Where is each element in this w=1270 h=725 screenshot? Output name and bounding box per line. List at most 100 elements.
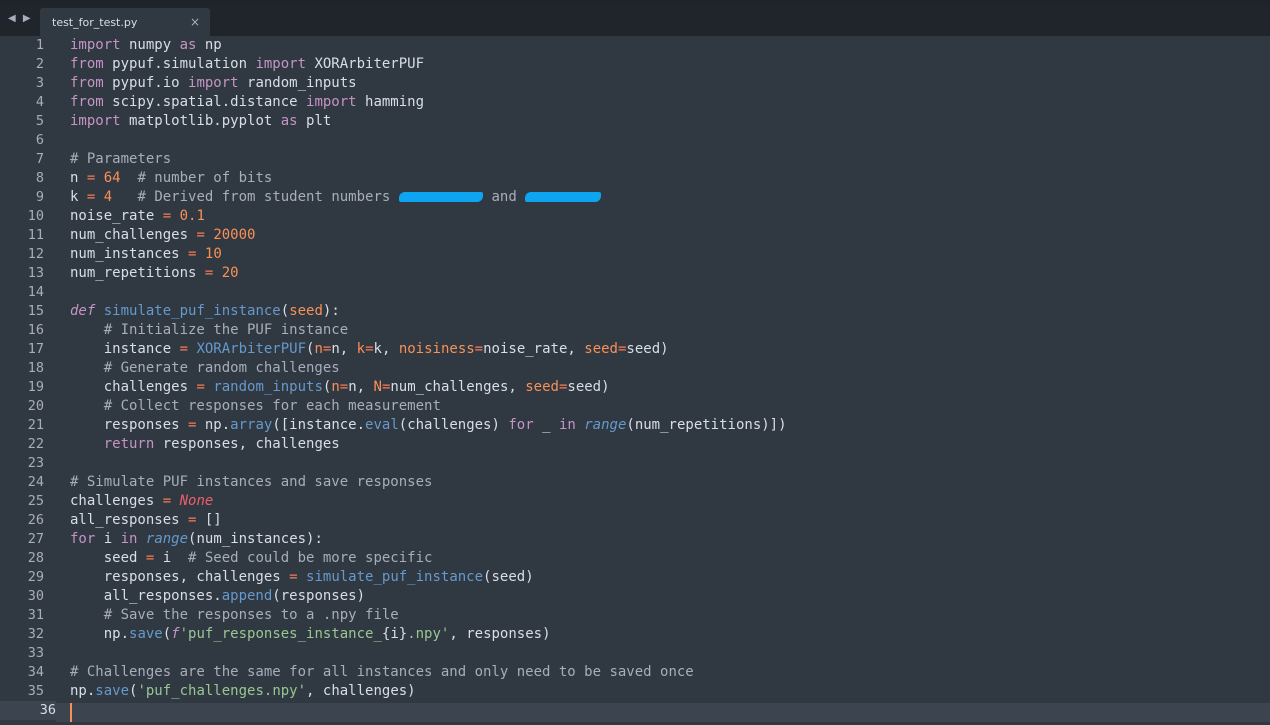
code-token: = [196, 227, 205, 243]
line-number: 15 [0, 302, 44, 321]
code-line[interactable] [70, 131, 1260, 150]
code-line[interactable]: return responses, challenges [70, 435, 1260, 454]
code-line[interactable]: # Parameters [70, 150, 1260, 169]
code-token: in [120, 531, 138, 547]
line-number-text: 33 [27, 645, 44, 661]
code-line[interactable]: # Challenges are the same for all instan… [70, 663, 1260, 682]
code-token: ( [162, 626, 172, 642]
line-number: 31 [0, 606, 44, 625]
code-line[interactable]: noise_rate = 0.1 [70, 207, 1260, 226]
line-number: 17 [0, 340, 44, 359]
code-line[interactable]: n = 64 # number of bits [70, 169, 1260, 188]
code-line[interactable]: for i in range(num_instances): [70, 530, 1260, 549]
code-token: # Challenges are the same for all instan… [70, 664, 694, 680]
code-line[interactable]: # Save the responses to a .npy file [70, 606, 1260, 625]
code-token: k [356, 341, 366, 357]
code-token: simulate_puf_instance [103, 303, 281, 319]
code-line[interactable] [70, 701, 1260, 720]
line-number-text: 16 [27, 322, 44, 338]
code-line[interactable]: def simulate_puf_instance(seed): [70, 302, 1260, 321]
code-token: eval [365, 417, 399, 433]
code-line[interactable]: import numpy as np [70, 36, 1260, 55]
code-token: hamming [356, 94, 425, 110]
code-token: i [95, 531, 121, 547]
code-token: as [280, 113, 298, 129]
code-token: import [70, 37, 121, 53]
code-token: num_repetitions [70, 265, 205, 281]
code-line[interactable]: np.save(f'puf_responses_instance_{i}.npy… [70, 625, 1260, 644]
tab-nav-arrows-icon[interactable]: ◀ ▶ [8, 13, 33, 24]
line-number-text: 18 [27, 360, 44, 376]
line-number: 21 [0, 416, 44, 435]
line-number: 22 [0, 435, 44, 454]
code-line[interactable]: instance = XORArbiterPUF(n=n, k=k, noisi… [70, 340, 1260, 359]
code-line[interactable]: challenges = random_inputs(n=n, N=num_ch… [70, 378, 1260, 397]
code-line[interactable]: num_instances = 10 [70, 245, 1260, 264]
code-token: N [373, 379, 382, 395]
line-number-text: 34 [27, 664, 44, 680]
code-token: and [483, 189, 526, 205]
code-line[interactable]: from pypuf.simulation import XORArbiterP… [70, 55, 1260, 74]
code-line[interactable]: num_repetitions = 20 [70, 264, 1260, 283]
code-area[interactable]: import numpy as np from pypuf.simulation … [70, 36, 1260, 725]
line-number: 32 [0, 625, 44, 644]
code-token: = [179, 341, 189, 357]
code-token: seed [525, 379, 559, 395]
code-token: n [314, 341, 323, 357]
line-number-text: 22 [27, 436, 44, 452]
code-line[interactable]: seed = i # Seed could be more specific [70, 549, 1260, 568]
code-line[interactable]: from pypuf.io import random_inputs [70, 74, 1260, 93]
code-editor[interactable]: 1 2 3 4 5 6 7 8 9 10 11 12 13 14 15 16 17 18 19 20 21 22 23 24 2… [0, 36, 1270, 725]
line-number-text: 17 [27, 341, 44, 357]
line-number-text: 26 [27, 512, 44, 528]
code-token: matplotlib.pyplot [120, 113, 281, 129]
code-token: # Derived from student numbers [137, 189, 399, 205]
code-line[interactable]: # Simulate PUF instances and save respon… [70, 473, 1260, 492]
code-line[interactable]: np.save('puf_challenges.npy', challenges… [70, 682, 1260, 701]
code-token: .npy' [407, 626, 450, 642]
code-token: # Save the responses to a .npy file [103, 607, 399, 623]
line-number-text: 3 [35, 75, 44, 91]
code-token: responses [70, 417, 189, 433]
code-token: # Seed could be more specific [188, 550, 433, 566]
code-token: for [508, 417, 534, 433]
line-number-gutter: 1 2 3 4 5 6 7 8 9 10 11 12 13 14 15 16 17 18 19 20 21 22 23 24 2… [0, 36, 56, 725]
code-token: , responses) [449, 626, 551, 642]
code-line[interactable]: k = 4 # Derived from student numbers and [70, 188, 1260, 207]
line-number: 13 [0, 264, 44, 283]
line-number: 10 [0, 207, 44, 226]
close-icon[interactable]: × [190, 15, 200, 29]
code-token: np [196, 37, 222, 53]
code-token: num_challenges [70, 227, 197, 243]
code-token: XORArbiterPUF [196, 341, 307, 357]
code-line[interactable]: responses, challenges = simulate_puf_ins… [70, 568, 1260, 587]
code-line[interactable]: all_responses = [] [70, 511, 1260, 530]
line-number-text: 6 [35, 132, 44, 148]
code-line[interactable]: responses = np.array([instance.eval(chal… [70, 416, 1260, 435]
line-number-text: 20 [27, 398, 44, 414]
code-token: responses, challenges [70, 569, 290, 585]
code-line[interactable]: all_responses.append(responses) [70, 587, 1260, 606]
code-line[interactable]: # Initialize the PUF instance [70, 321, 1260, 340]
code-token: n, [331, 341, 357, 357]
code-token: k [70, 189, 87, 205]
code-line[interactable] [70, 644, 1260, 663]
code-token: ([instance. [272, 417, 366, 433]
code-line[interactable]: challenges = None [70, 492, 1260, 511]
code-line[interactable]: # Generate random challenges [70, 359, 1260, 378]
code-line[interactable]: # Collect responses for each measurement [70, 397, 1260, 416]
line-number-text: 1 [35, 37, 44, 53]
code-token: # Parameters [70, 151, 172, 167]
code-token: def [70, 303, 96, 319]
code-line[interactable]: from scipy.spatial.distance import hammi… [70, 93, 1260, 112]
line-number: 2 [0, 55, 44, 74]
code-line[interactable] [70, 283, 1260, 302]
tab-test-for-test-py[interactable]: test_for_test.py × [40, 8, 210, 36]
code-line[interactable]: import matplotlib.pyplot as plt [70, 112, 1260, 131]
code-line[interactable] [70, 454, 1260, 473]
code-line[interactable]: num_challenges = 20000 [70, 226, 1260, 245]
